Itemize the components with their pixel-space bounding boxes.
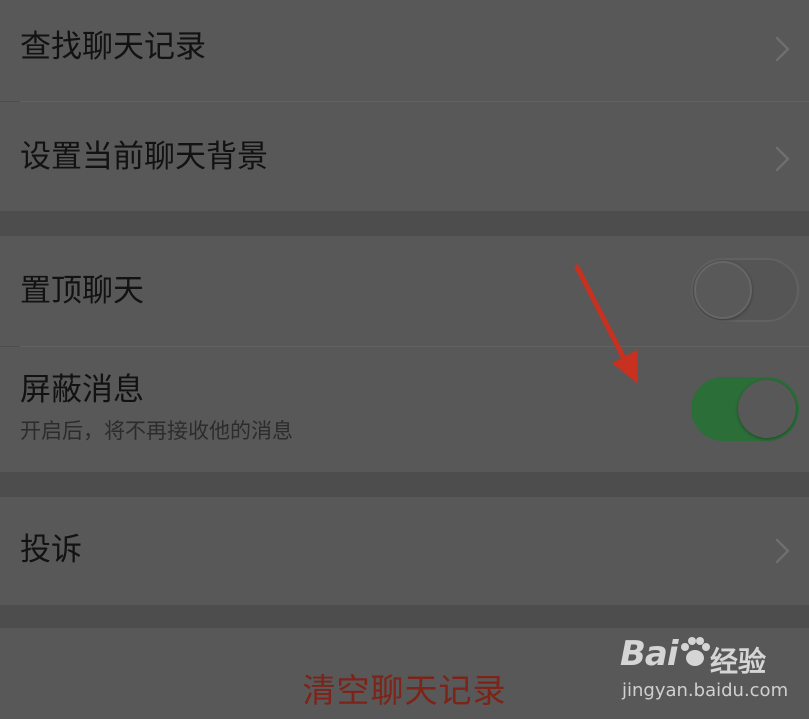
watermark-brand: Baidu: [620, 634, 712, 674]
chevron-right-icon: [775, 36, 790, 62]
mute-label: 屏蔽消息: [20, 372, 144, 408]
mute-row[interactable]: 屏蔽消息 开启后，将不再接收他的消息: [0, 347, 809, 472]
clear-history-label: 清空聊天记录: [302, 671, 507, 710]
complain-label: 投诉: [20, 532, 82, 568]
toggle-knob: [694, 261, 752, 319]
red-arrow-annotation: [574, 264, 638, 384]
pin-chat-toggle[interactable]: [691, 258, 799, 322]
set-background-label: 设置当前聊天背景: [20, 139, 268, 175]
complain-row[interactable]: 投诉: [0, 497, 809, 605]
paw-icon: [680, 637, 710, 666]
watermark-cn: 经验: [710, 645, 767, 678]
set-background-row[interactable]: 设置当前聊天背景: [0, 102, 809, 211]
watermark-url: jingyan.baidu.com: [622, 680, 789, 701]
chevron-right-icon: [775, 146, 790, 172]
search-history-label: 查找聊天记录: [20, 29, 206, 65]
pin-chat-label: 置顶聊天: [20, 273, 144, 309]
baidu-jingyan-watermark: Baidu 经验 jingyan.baidu.com: [618, 630, 798, 706]
toggle-knob: [738, 380, 796, 438]
pin-chat-row[interactable]: 置顶聊天: [0, 236, 809, 346]
mute-toggle[interactable]: [691, 377, 799, 441]
chevron-right-icon: [775, 538, 790, 564]
mute-description: 开启后，将不再接收他的消息: [20, 419, 293, 443]
search-history-row[interactable]: 查找聊天记录: [0, 0, 809, 101]
